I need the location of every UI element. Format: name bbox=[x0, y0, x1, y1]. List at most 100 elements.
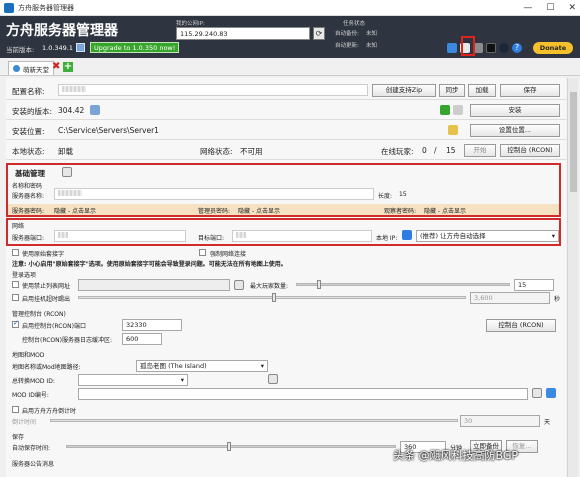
countdown-slider[interactable] bbox=[50, 419, 458, 422]
force-network-label: 强制网络连接 bbox=[210, 251, 247, 258]
sync-button[interactable]: 同步 bbox=[439, 84, 465, 97]
version-number: 1.0.349.1 bbox=[42, 44, 74, 52]
map-name-select[interactable]: 孤岛老图 (The Island) ▾ bbox=[136, 360, 268, 372]
kick-idle-checkbox[interactable] bbox=[12, 294, 19, 301]
refresh-ip-icon[interactable]: ⟳ bbox=[313, 27, 325, 40]
admin-password-field[interactable]: 隐藏 - 点击显示 bbox=[238, 206, 280, 215]
save-button[interactable]: 保存 bbox=[500, 84, 560, 97]
idle-value-input[interactable]: 3,600 bbox=[470, 292, 550, 304]
length-label: 长度: bbox=[378, 193, 393, 200]
server-name-input[interactable] bbox=[54, 188, 374, 200]
local-ip-label: 本地 IP: bbox=[376, 235, 398, 242]
close-icon[interactable]: ✕ bbox=[568, 3, 576, 13]
mod-id-input[interactable] bbox=[78, 388, 528, 400]
task-status-label: 任务状态 bbox=[343, 21, 366, 27]
countdown-input[interactable]: 30 bbox=[460, 415, 540, 427]
chevron-down-icon: ▾ bbox=[551, 232, 555, 240]
rcon-port-input[interactable]: 32330 bbox=[122, 319, 182, 331]
plugin-icon[interactable] bbox=[447, 43, 457, 53]
steam-icon[interactable] bbox=[499, 43, 509, 53]
admin-console-label: 管理控制台 (RCON) bbox=[12, 311, 66, 318]
folder-icon[interactable] bbox=[448, 125, 458, 135]
auto-save-slider-thumb[interactable] bbox=[227, 442, 231, 451]
length-value: 15 bbox=[399, 191, 407, 198]
local-ip-select[interactable]: (推荐) 让方舟自动选择 ▾ bbox=[416, 230, 559, 242]
tab-server[interactable]: 萌新天堂 bbox=[8, 61, 54, 75]
enable-rcon-checkbox[interactable] bbox=[12, 319, 19, 328]
add-tab-icon[interactable]: + bbox=[63, 62, 73, 72]
refresh-icon[interactable] bbox=[62, 167, 72, 177]
save-section-label: 保存 bbox=[12, 434, 25, 441]
server-port-input[interactable] bbox=[54, 230, 186, 242]
spectator-password-field[interactable]: 隐藏 - 点击显示 bbox=[424, 206, 466, 215]
close-tab-icon[interactable]: ✖ bbox=[52, 62, 62, 72]
ban-list-checkbox[interactable] bbox=[12, 281, 19, 288]
install-button[interactable]: 安装 bbox=[470, 104, 560, 117]
online-players-label: 在线玩家: bbox=[381, 147, 414, 156]
chevron-down-icon: ▾ bbox=[180, 376, 184, 384]
terminal-icon[interactable] bbox=[486, 43, 496, 53]
server-messages-label: 服务器公告消息 bbox=[12, 461, 55, 468]
scrollbar-thumb[interactable] bbox=[570, 92, 577, 192]
install-location-value: C:\Service\Servers\Server1 bbox=[58, 126, 159, 135]
ark-countdown-checkbox[interactable] bbox=[12, 406, 19, 413]
raw-sockets-label: 使用原始套接字 bbox=[22, 251, 65, 258]
network-status-label: 网络状态: bbox=[200, 147, 233, 156]
install-location-label: 安装位置: bbox=[12, 127, 45, 136]
force-network-checkbox[interactable] bbox=[199, 249, 206, 256]
refresh-local-ip-icon[interactable] bbox=[402, 230, 412, 240]
auto-save-slider[interactable] bbox=[66, 445, 396, 448]
server-password-label: 服务器密码: bbox=[12, 208, 45, 215]
vertical-scrollbar[interactable] bbox=[567, 78, 578, 477]
query-port-label: 目标端口: bbox=[198, 235, 225, 242]
rcon-log-input[interactable]: 600 bbox=[122, 333, 162, 345]
rcon-log-label: 控制台(RCON)服务器日志缓冲区: bbox=[22, 337, 112, 344]
search-mod-icon[interactable] bbox=[532, 388, 542, 398]
upgrade-button[interactable]: Upgrade to 1.0.350 now! bbox=[90, 42, 180, 53]
max-players-slider[interactable] bbox=[296, 283, 510, 286]
installed-version-value: 304.42 bbox=[58, 106, 85, 115]
max-players-value: 15 bbox=[446, 146, 456, 155]
login-options-label: 登录选项 bbox=[12, 272, 37, 279]
load-button[interactable]: 加载 bbox=[468, 84, 496, 97]
network-section: 网络 服务器端口: 目标端口: 本地 IP: (推荐) 让方舟自动选择 ▾ bbox=[6, 218, 561, 246]
set-location-button[interactable]: 设置位置... bbox=[470, 124, 560, 137]
max-players-input[interactable]: 15 bbox=[514, 279, 554, 291]
search-icon[interactable] bbox=[268, 374, 278, 384]
maximize-icon[interactable]: ☐ bbox=[546, 3, 554, 13]
start-button[interactable]: 开始 bbox=[464, 144, 496, 157]
basic-management-section: 基础管理 名称和密码 服务器名称: 长度: 15 服务器密码: 隐藏 - 点击显… bbox=[6, 163, 561, 217]
trash-icon[interactable] bbox=[453, 105, 463, 115]
ark-countdown-label: 启用方舟方舟倒计时 bbox=[22, 408, 77, 415]
ban-list-url-input[interactable] bbox=[78, 279, 230, 291]
server-port-label: 服务器端口: bbox=[12, 235, 45, 242]
admin-password-label: 管理员密码: bbox=[198, 208, 231, 215]
check-icon[interactable] bbox=[440, 105, 450, 115]
server-tab-icon bbox=[13, 65, 20, 72]
installed-version-row: 安装的版本: 304.42 安装 bbox=[6, 100, 566, 120]
public-ip-field[interactable]: 115.29.240.83 bbox=[176, 27, 310, 40]
donate-button[interactable]: Donate bbox=[533, 42, 573, 54]
config-name-input[interactable] bbox=[58, 84, 368, 96]
total-mod-select[interactable]: ▾ bbox=[78, 374, 188, 386]
refresh-ban-list-icon[interactable] bbox=[234, 280, 244, 290]
idle-slider-thumb[interactable] bbox=[272, 293, 276, 302]
create-zip-button[interactable]: 创建支持Zip bbox=[372, 84, 436, 97]
raw-sockets-checkbox[interactable] bbox=[12, 249, 19, 256]
name-password-label: 名称和密码 bbox=[12, 183, 43, 190]
rcon-console-button[interactable]: 控制台 (RCON) bbox=[486, 319, 556, 332]
version-info-icon[interactable] bbox=[76, 43, 85, 52]
edit-mod-icon[interactable] bbox=[546, 388, 556, 398]
players-separator: / bbox=[434, 146, 437, 155]
version-detail-icon[interactable] bbox=[90, 105, 100, 115]
query-port-input[interactable] bbox=[232, 230, 372, 242]
minimize-icon[interactable]: — bbox=[523, 3, 532, 13]
console-button[interactable]: 控制台 (RCON) bbox=[500, 144, 560, 157]
max-players-label: 最大玩家数量: bbox=[250, 283, 289, 290]
kick-idle-label: 启用挂机超时踢出 bbox=[22, 296, 71, 303]
help-icon[interactable]: ? bbox=[512, 43, 522, 53]
max-players-slider-thumb[interactable] bbox=[317, 280, 321, 289]
server-password-field[interactable]: 隐藏 - 点击显示 bbox=[54, 206, 96, 215]
app-icon bbox=[4, 2, 14, 13]
map-mod-label: 地图和MOD bbox=[12, 352, 45, 359]
